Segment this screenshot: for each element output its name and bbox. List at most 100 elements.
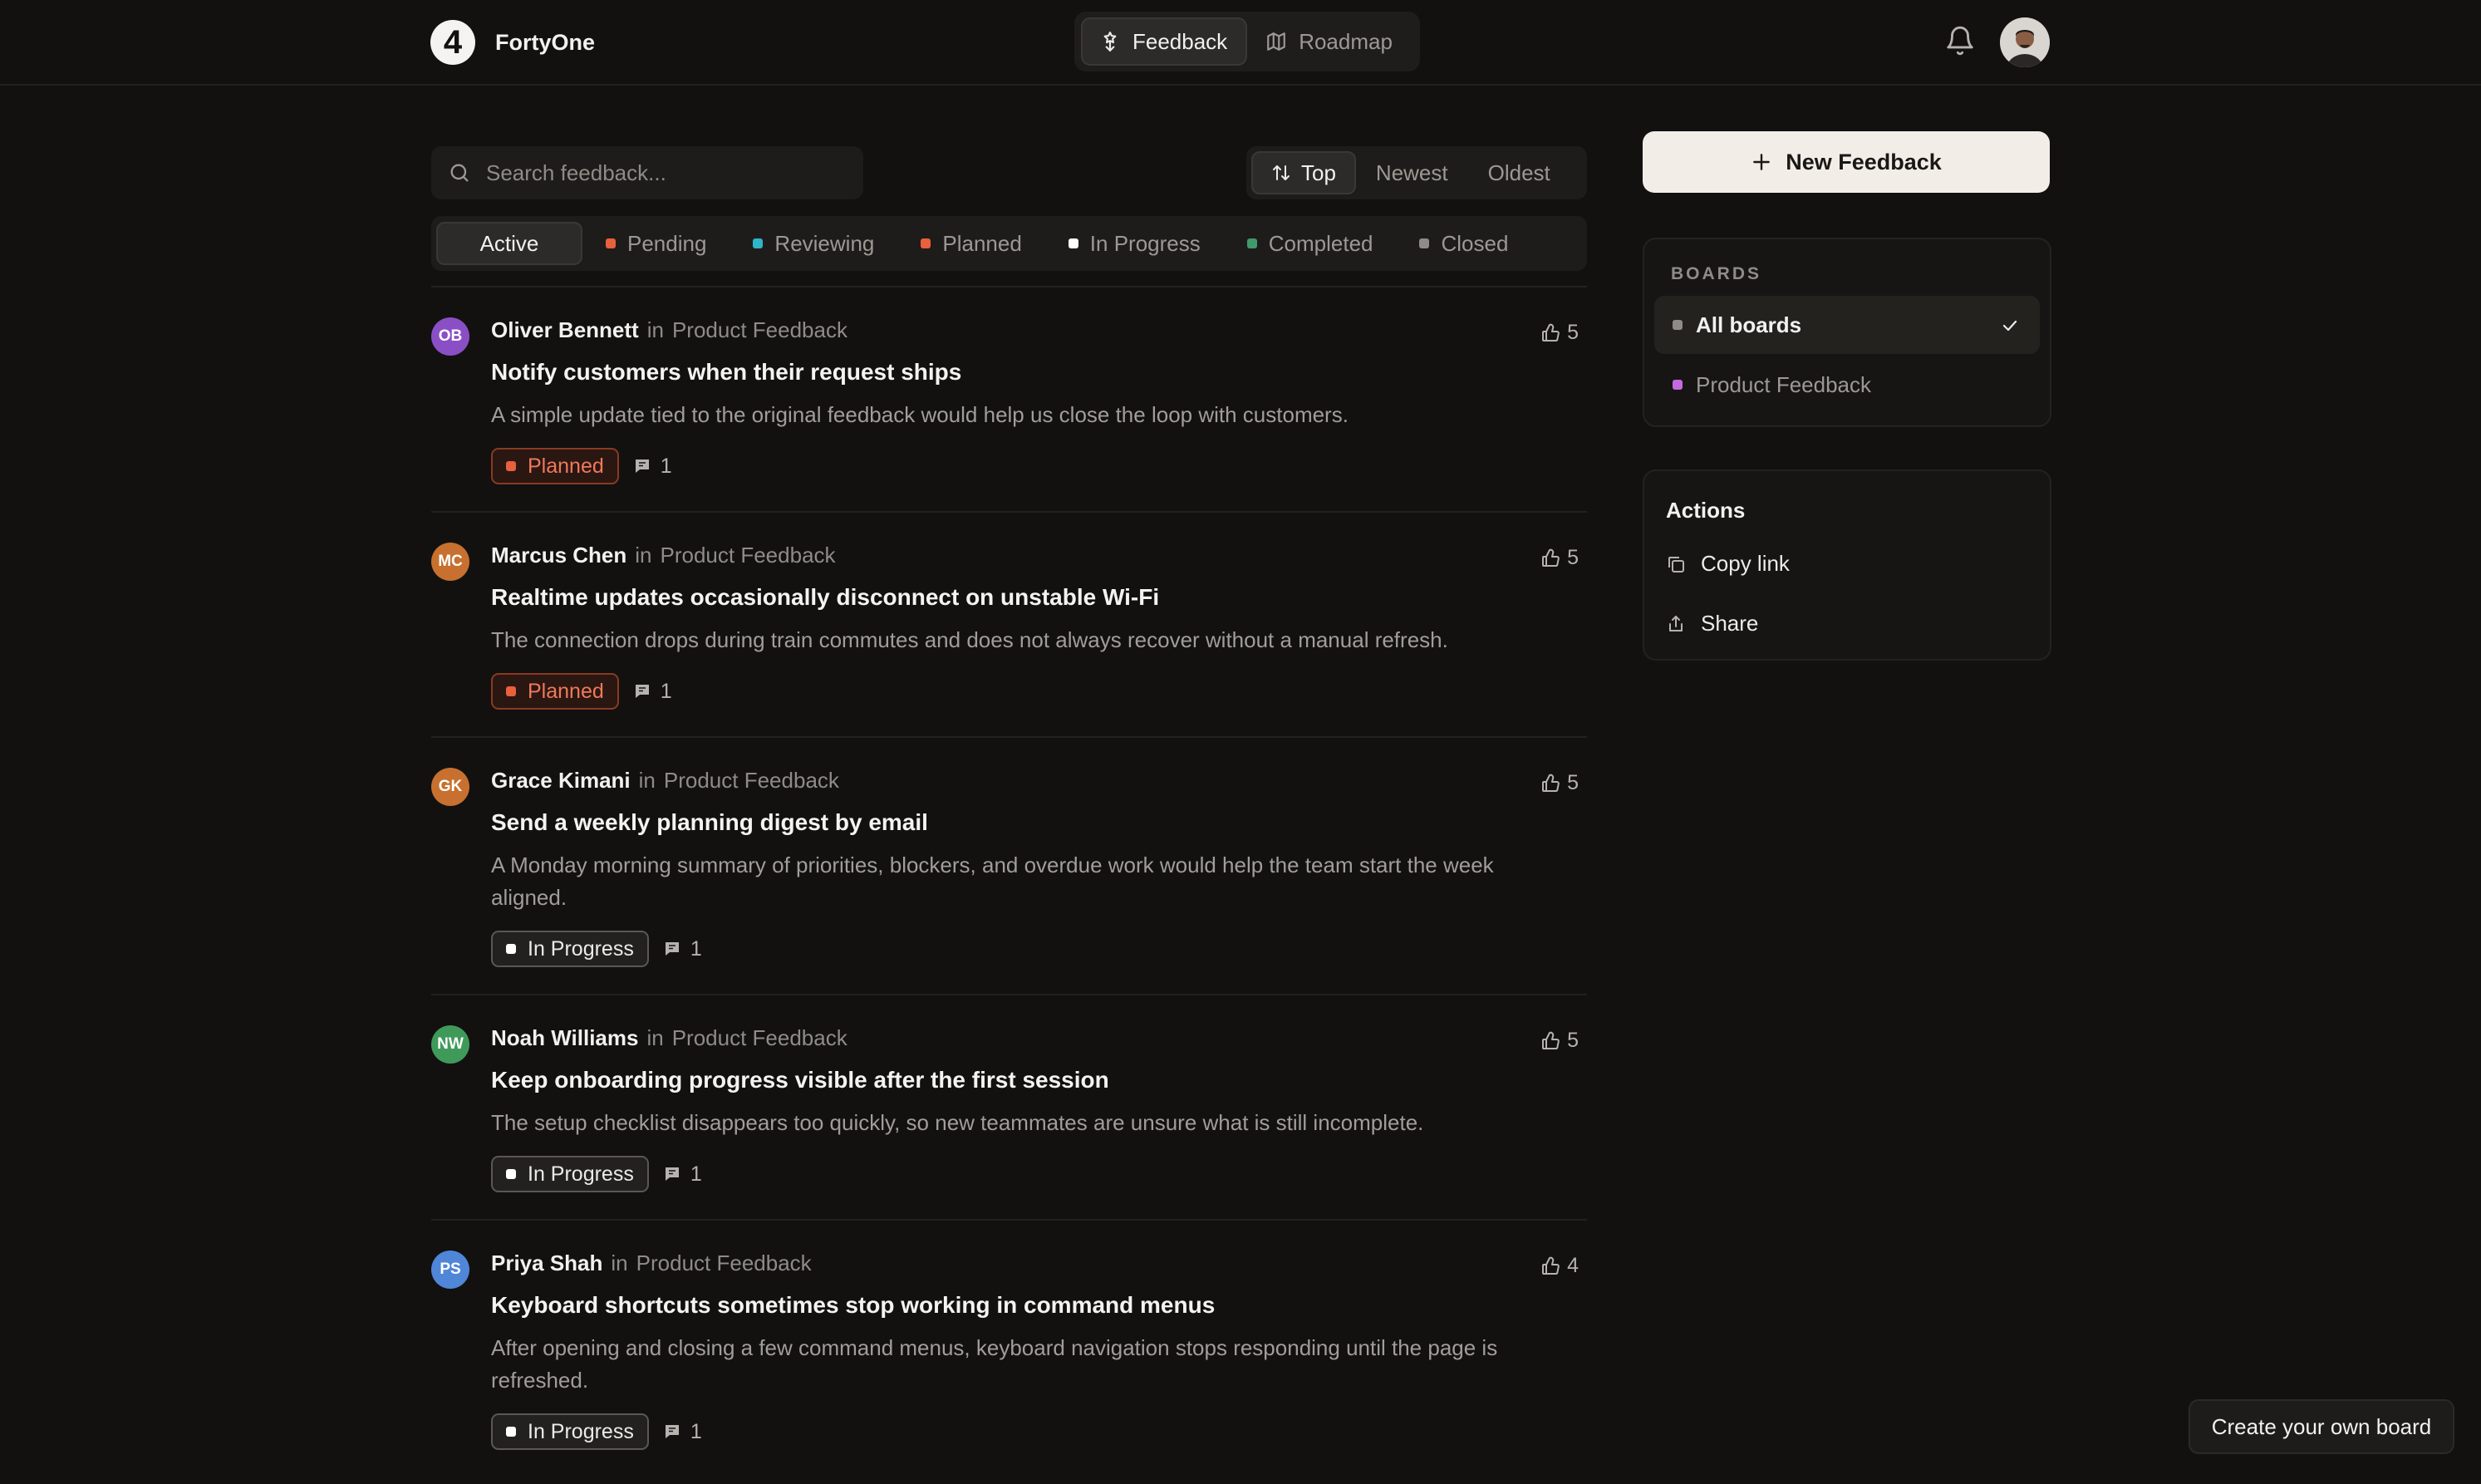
thumbs-up-icon [1540, 1031, 1560, 1051]
vote-button[interactable]: 5 [1540, 771, 1579, 795]
status-dot [506, 1169, 516, 1179]
vote-button[interactable]: 5 [1540, 546, 1579, 570]
copy-link-action[interactable]: Copy link [1666, 551, 1790, 577]
author-name[interactable]: Oliver Bennett [491, 317, 639, 342]
feedback-post[interactable]: PS Priya Shah in Product Feedback Keyboard… [431, 1221, 1587, 1477]
board-name[interactable]: Product Feedback [636, 1251, 812, 1275]
post-title[interactable]: Send a weekly planning digest by email [491, 808, 1587, 838]
vote-count: 4 [1567, 1254, 1579, 1277]
filter-pending[interactable]: Pending [582, 222, 730, 265]
filter-label: Closed [1441, 230, 1509, 256]
filter-closed[interactable]: Closed [1396, 222, 1531, 265]
post-title[interactable]: Keep onboarding progress visible after t… [491, 1065, 1587, 1095]
in-word: in [611, 1251, 628, 1275]
thumbs-up-icon [1540, 323, 1560, 343]
comment-icon [632, 681, 652, 701]
sort-group: Top Newest Oldest [1246, 146, 1587, 199]
comment-count[interactable]: 1 [632, 455, 672, 479]
comment-count[interactable]: 1 [662, 1162, 702, 1187]
checkmark-icon [2000, 316, 2020, 336]
author-name[interactable]: Noah Williams [491, 1025, 638, 1050]
board-item-product-feedback[interactable]: Product Feedback [1654, 356, 2040, 414]
thumbs-up-icon [1540, 774, 1560, 794]
post-description: After opening and closing a few command … [491, 1335, 1498, 1393]
filter-reviewing[interactable]: Reviewing [730, 222, 897, 265]
bell-icon[interactable] [1944, 25, 1976, 57]
feedback-post[interactable]: MC Marcus Chen in Product Feedback Realtim… [431, 513, 1587, 738]
new-feedback-label: New Feedback [1786, 149, 1942, 174]
board-name[interactable]: Product Feedback [664, 768, 839, 793]
author-avatar: PS [431, 1251, 469, 1289]
create-board-button[interactable]: Create your own board [2189, 1399, 2454, 1454]
search-box[interactable] [431, 146, 863, 199]
status-filters: Active Pending Reviewing Planned In Prog… [431, 216, 1587, 271]
board-name[interactable]: Product Feedback [672, 1025, 847, 1050]
vote-button[interactable]: 5 [1540, 1029, 1579, 1053]
post-title[interactable]: Keyboard shortcuts sometimes stop workin… [491, 1290, 1587, 1320]
sort-oldest-button[interactable]: Oldest [1468, 151, 1570, 194]
comment-count-value: 1 [690, 1419, 702, 1443]
filter-in-progress[interactable]: In Progress [1045, 222, 1224, 265]
comment-count-value: 1 [660, 454, 672, 478]
board-item-all-boards[interactable]: All boards [1654, 296, 2040, 354]
status-dot [506, 461, 516, 471]
author-avatar: OB [431, 317, 469, 356]
post-meta: Marcus Chen in Product Feedback [491, 541, 1587, 569]
post-footer: Planned 1 [491, 673, 1587, 710]
board-name[interactable]: Product Feedback [661, 543, 836, 568]
status-dot [921, 238, 931, 248]
board-name[interactable]: Product Feedback [672, 317, 847, 342]
comment-count-value: 1 [660, 679, 672, 703]
feedback-post[interactable]: OB Oliver Bennett in Product Feedback Noti… [431, 287, 1587, 513]
comment-count[interactable]: 1 [662, 1420, 702, 1444]
new-feedback-button[interactable]: New Feedback [1643, 131, 2050, 193]
thumbs-up-icon [1540, 1256, 1560, 1276]
author-name[interactable]: Grace Kimani [491, 768, 631, 793]
brand[interactable]: 4 FortyOne [430, 18, 595, 66]
actions-heading: Actions [1666, 498, 1746, 523]
status-badge: In Progress [491, 1156, 649, 1192]
status-dot [506, 1427, 516, 1437]
top-bar: 4 FortyOne Feedback Roadmap [0, 0, 2481, 86]
filter-planned[interactable]: Planned [897, 222, 1044, 265]
author-name[interactable]: Marcus Chen [491, 543, 626, 568]
search-input[interactable] [486, 160, 847, 186]
vote-button[interactable]: 4 [1540, 1254, 1579, 1278]
comment-icon [662, 939, 682, 959]
feedback-post[interactable]: GK Grace Kimani in Product Feedback Send a… [431, 738, 1587, 995]
status-label: In Progress [528, 1419, 634, 1443]
sort-top-label: Top [1301, 160, 1336, 185]
user-avatar[interactable] [2000, 17, 2050, 67]
post-description: The setup checklist disappears too quick… [491, 1110, 1424, 1135]
filter-active[interactable]: Active [436, 222, 582, 265]
vote-button[interactable]: 5 [1540, 321, 1579, 345]
status-dot [1246, 238, 1257, 248]
tab-roadmap[interactable]: Roadmap [1247, 17, 1411, 66]
board-label: All boards [1696, 312, 1802, 337]
tab-feedback-label: Feedback [1132, 28, 1228, 54]
sort-newest-button[interactable]: Newest [1356, 151, 1468, 194]
feedback-list: OB Oliver Bennett in Product Feedback Noti… [431, 287, 1587, 1477]
post-title[interactable]: Notify customers when their request ship… [491, 357, 1587, 387]
sort-arrows-icon [1271, 163, 1291, 183]
comment-count[interactable]: 1 [662, 937, 702, 961]
boards-heading: BOARDS [1671, 264, 1762, 283]
status-dot [506, 686, 516, 696]
feedback-post[interactable]: NW Noah Williams in Product Feedback Keep … [431, 995, 1587, 1221]
sort-top-button[interactable]: Top [1251, 151, 1356, 194]
author-name[interactable]: Priya Shah [491, 1251, 602, 1275]
status-dot [753, 238, 764, 248]
status-badge: In Progress [491, 931, 649, 967]
post-title[interactable]: Realtime updates occasionally disconnect… [491, 582, 1587, 612]
share-action[interactable]: Share [1666, 611, 1758, 636]
vote-count: 5 [1567, 771, 1579, 794]
comment-count[interactable]: 1 [632, 680, 672, 704]
comment-count-value: 1 [690, 1162, 702, 1186]
comment-icon [632, 456, 652, 476]
comment-icon [662, 1164, 682, 1184]
tab-feedback[interactable]: Feedback [1081, 17, 1248, 66]
status-badge: Planned [491, 448, 619, 484]
filter-completed[interactable]: Completed [1224, 222, 1397, 265]
filter-label: In Progress [1089, 230, 1201, 256]
post-description: A Monday morning summary of priorities, … [491, 853, 1494, 910]
